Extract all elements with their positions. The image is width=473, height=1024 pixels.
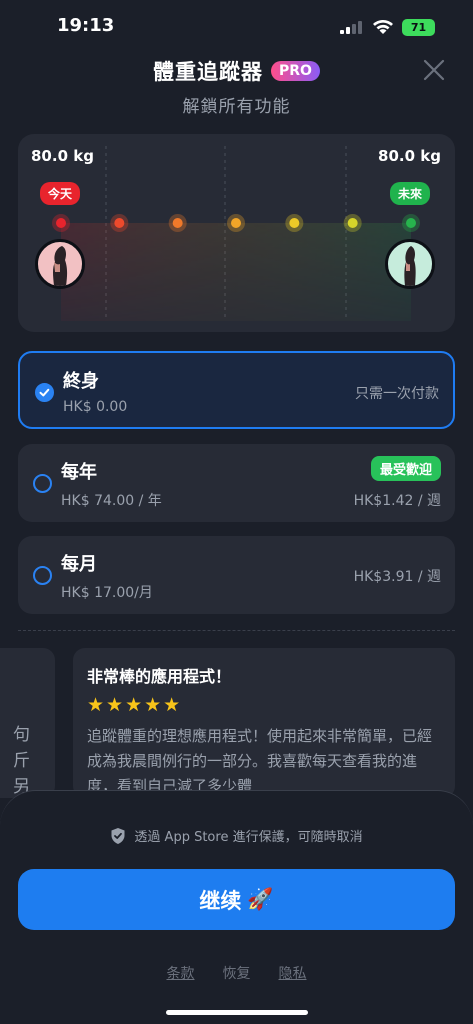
plan-name: 每月 <box>61 554 97 575</box>
continue-button[interactable]: 继续 🚀 <box>18 869 455 930</box>
subtitle: 解鎖所有功能 <box>182 97 291 117</box>
cellular-signal-icon <box>340 21 362 34</box>
plan-price: HK$ 74.00 / 年 <box>61 493 162 509</box>
plan-lifetime[interactable]: 終身 HK$ 0.00 只需一次付款 <box>18 351 455 429</box>
app-title: 體重追蹤器 <box>153 60 264 84</box>
plan-name: 終身 <box>63 371 99 392</box>
star-rating: ★★★★★ <box>87 694 183 716</box>
future-body-avatar <box>385 239 435 289</box>
plan-monthly[interactable]: 每月 HK$ 17.00/月 HK$3.91 / 週 <box>18 536 455 614</box>
checkmark-icon <box>39 388 50 397</box>
plan-yearly[interactable]: 每年 HK$ 74.00 / 年 最受歡迎 HK$1.42 / 週 <box>18 444 455 522</box>
terms-link[interactable]: 条款 <box>167 963 195 983</box>
close-icon <box>423 59 445 81</box>
plan-weekly-price: HK$1.42 / 週 <box>353 493 441 509</box>
trend-point <box>347 218 358 228</box>
footer-links: 条款 恢复 隐私 <box>0 963 473 983</box>
divider <box>18 630 455 631</box>
popular-badge: 最受歡迎 <box>370 456 441 481</box>
body-silhouette-icon <box>404 246 416 286</box>
status-bar: 19:13 71 <box>0 0 473 54</box>
privacy-link[interactable]: 隐私 <box>279 963 307 983</box>
trend-point <box>289 218 300 228</box>
shield-check-icon <box>111 827 125 844</box>
review-partial-text: 句 斤 另 <box>13 725 30 797</box>
pro-badge: PRO <box>271 61 320 81</box>
status-time: 19:13 <box>57 15 115 36</box>
review-card-previous[interactable]: 句 斤 另 <box>0 648 55 798</box>
review-body: 追蹤體重的理想應用程式！使用起來非常簡單，已經成為我晨間例行的一部分。我喜歡每天… <box>87 727 433 795</box>
plan-radio[interactable] <box>33 566 52 585</box>
trend-point <box>56 218 66 228</box>
secure-text: 透過 App Store 進行保護，可隨時取消 <box>134 830 363 845</box>
battery-level: 71 <box>410 21 427 34</box>
restore-link[interactable]: 恢复 <box>223 963 251 983</box>
current-body-avatar <box>35 239 85 289</box>
trend-point <box>172 218 183 228</box>
trend-area <box>61 223 411 321</box>
trend-point <box>114 218 125 228</box>
battery-icon: 71 <box>402 19 435 36</box>
close-button[interactable] <box>420 56 448 84</box>
plan-radio-checked[interactable] <box>35 383 54 402</box>
plan-name: 每年 <box>61 462 97 483</box>
plan-price: HK$ 17.00/月 <box>61 585 153 601</box>
plan-radio[interactable] <box>33 474 52 493</box>
body-silhouette-icon <box>53 246 68 286</box>
home-indicator <box>166 1010 308 1015</box>
end-weight-label: 80.0 kg <box>378 147 441 165</box>
title-row: 體重追蹤器 PRO <box>0 54 473 88</box>
plan-note: 只需一次付款 <box>355 386 439 402</box>
start-weight-label: 80.0 kg <box>31 147 94 165</box>
trend-point <box>406 218 416 228</box>
wifi-icon <box>373 20 393 34</box>
review-card[interactable]: 非常棒的應用程式！ ★★★★★ 追蹤體重的理想應用程式！使用起來非常簡單，已經成… <box>73 648 455 798</box>
plan-price: HK$ 0.00 <box>63 399 128 415</box>
plan-weekly-price: HK$3.91 / 週 <box>353 569 441 585</box>
continue-label: 继续 <box>199 888 242 913</box>
review-title: 非常棒的應用程式！ <box>87 667 232 686</box>
future-tag: 未來 <box>390 182 431 205</box>
today-tag: 今天 <box>40 182 81 205</box>
trend-point <box>231 218 241 228</box>
weight-chart-card: 80.0 kg 80.0 kg 今天 未來 <box>18 134 455 332</box>
rocket-icon: 🚀 <box>247 887 274 911</box>
bottom-sheet: 透過 App Store 進行保護，可隨時取消 继续 🚀 条款 恢复 隐私 <box>0 790 473 1024</box>
secure-notice: 透過 App Store 進行保護，可隨時取消 <box>0 826 473 845</box>
